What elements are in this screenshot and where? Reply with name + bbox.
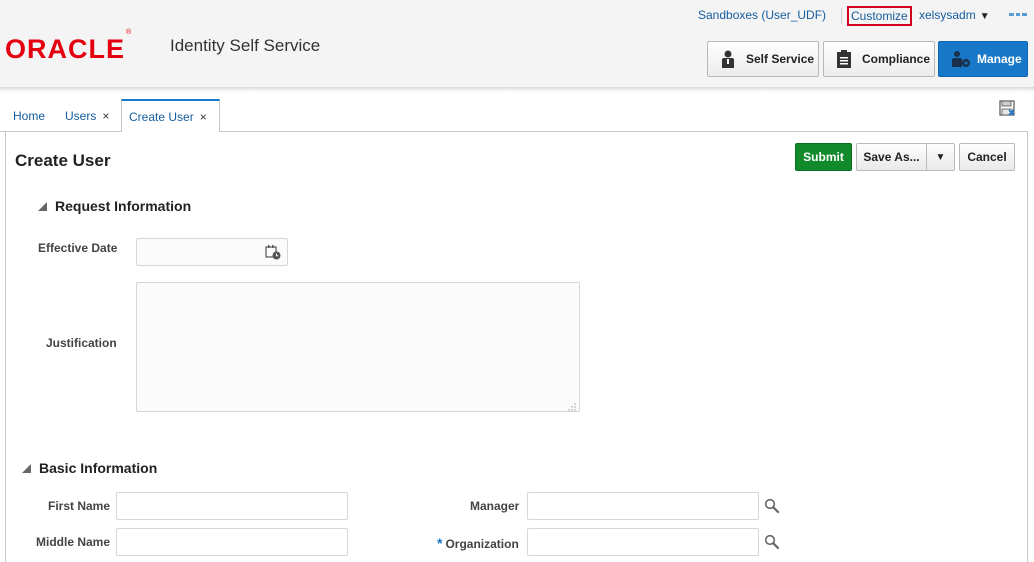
organization-field[interactable]: [527, 528, 759, 556]
people-gear-icon: [951, 50, 970, 68]
effective-date-field[interactable]: [136, 238, 288, 266]
close-icon[interactable]: ×: [200, 110, 207, 124]
save-as-button[interactable]: Save As...: [856, 143, 927, 171]
customize-link[interactable]: Customize: [847, 6, 912, 26]
basic-information-section-toggle[interactable]: Basic Information: [22, 460, 157, 476]
manage-button[interactable]: Manage: [938, 41, 1028, 77]
search-icon[interactable]: [764, 498, 780, 514]
oracle-logo: ORACLE®: [5, 29, 133, 64]
compliance-label: Compliance: [862, 52, 931, 66]
close-icon[interactable]: ×: [102, 109, 109, 123]
organization-label-text: Organization: [445, 537, 519, 551]
page-title: Create User: [15, 151, 111, 170]
self-service-label: Self Service: [746, 52, 815, 66]
tab-home[interactable]: Home: [6, 99, 52, 132]
app-header: ORACLE® Identity Self Service Sandboxes …: [0, 0, 1034, 88]
person-icon: [720, 50, 736, 68]
cancel-button[interactable]: Cancel: [959, 143, 1015, 171]
tab-create-user-label: Create User: [129, 109, 194, 124]
middle-name-field[interactable]: [116, 528, 348, 556]
effective-date-label: Effective Date: [38, 241, 118, 255]
middle-name-label: Middle Name: [36, 535, 111, 549]
collapse-triangle-icon: [38, 201, 47, 211]
search-icon[interactable]: [764, 534, 780, 550]
self-service-button[interactable]: Self Service: [707, 41, 819, 77]
request-information-section-toggle[interactable]: Request Information: [38, 198, 191, 214]
resize-grip-icon[interactable]: [568, 400, 576, 411]
collapse-triangle-icon: [22, 463, 31, 473]
tab-bar: Home Users × Create User ×: [0, 99, 1034, 132]
tab-users-label: Users: [65, 108, 97, 123]
save-close-icon[interactable]: [999, 100, 1016, 117]
tab-users[interactable]: Users ×: [58, 99, 116, 132]
caret-down-icon: ▼: [979, 11, 990, 22]
clipboard-icon: [836, 50, 852, 68]
required-marker: *: [437, 535, 443, 551]
calendar-icon[interactable]: [265, 245, 281, 260]
header-shadow: [0, 88, 1034, 92]
first-name-field[interactable]: [116, 492, 348, 520]
more-options-icon[interactable]: [1009, 13, 1028, 17]
manage-label: Manage: [977, 52, 1022, 66]
app-title: Identity Self Service: [170, 36, 321, 55]
user-name: xelsysadm: [919, 8, 976, 22]
compliance-button[interactable]: Compliance: [823, 41, 935, 77]
submit-button[interactable]: Submit: [795, 143, 852, 171]
first-name-label: First Name: [48, 499, 111, 513]
organization-label: * Organization: [437, 535, 519, 551]
sandboxes-link[interactable]: Sandboxes (User_UDF): [698, 8, 826, 24]
justification-textarea[interactable]: [136, 282, 580, 412]
manager-label: Manager: [470, 499, 520, 513]
globalbar-divider: [841, 8, 842, 24]
tab-home-label: Home: [13, 108, 46, 123]
justification-label: Justification: [46, 336, 117, 350]
user-menu[interactable]: xelsysadm ▼: [919, 8, 990, 24]
manager-field[interactable]: [527, 492, 759, 520]
request-information-title: Request Information: [55, 198, 192, 214]
save-as-dropdown-button[interactable]: ▼: [926, 143, 955, 171]
caret-down-icon: ▼: [935, 151, 946, 163]
tab-create-user[interactable]: Create User ×: [121, 99, 220, 132]
basic-information-title: Basic Information: [39, 460, 158, 476]
